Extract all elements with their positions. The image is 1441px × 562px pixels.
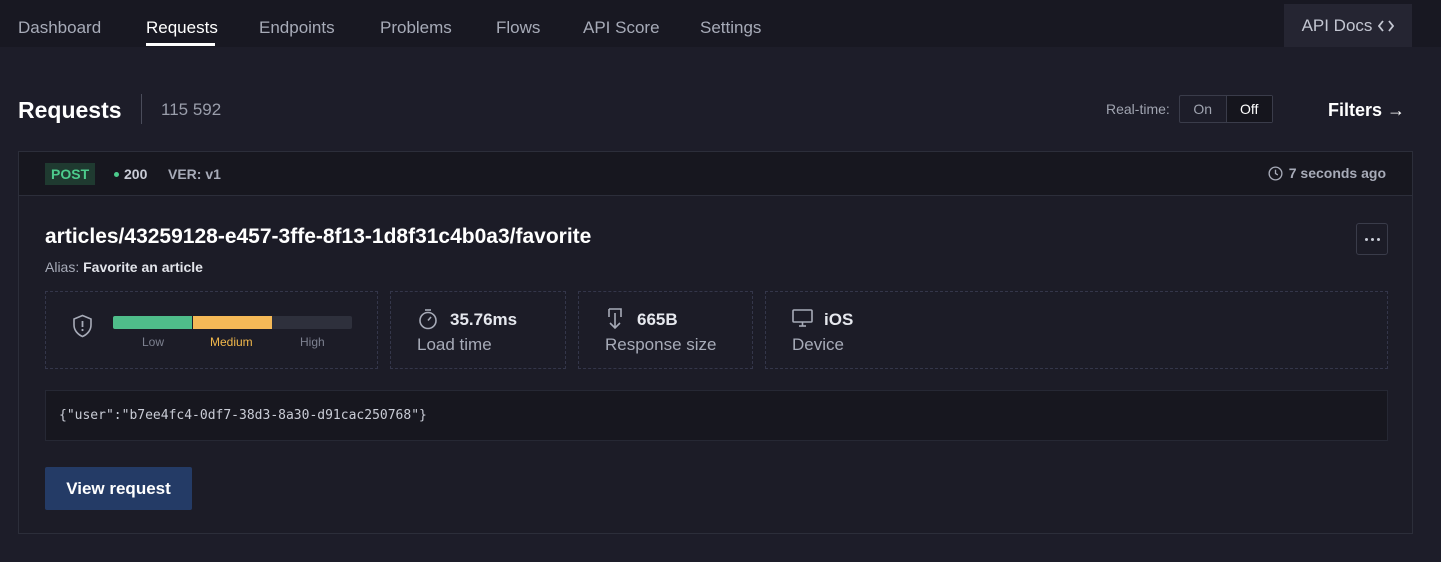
load-time-metric: 35.76ms Load time <box>390 291 566 369</box>
load-time-value: 35.76ms <box>450 310 518 329</box>
risk-label-medium: Medium <box>210 335 253 349</box>
code-icon <box>1378 19 1395 32</box>
risk-segment-medium <box>193 316 272 329</box>
realtime-off-button[interactable]: Off <box>1225 96 1272 122</box>
status-dot-icon <box>114 171 119 177</box>
download-icon <box>608 308 622 330</box>
monitor-icon <box>792 309 813 327</box>
response-size-caption: Response size <box>605 335 717 354</box>
request-payload: {"user":"b7ee4fc4-0df7-38d3-8a30-d91cac2… <box>45 390 1388 441</box>
nav-requests[interactable]: Requests <box>146 18 218 38</box>
method-badge: POST <box>45 163 96 185</box>
risk-segment-high <box>272 316 352 329</box>
realtime-label: Real-time: <box>1106 101 1170 117</box>
response-size-value: 665B <box>637 310 678 329</box>
filters-button[interactable]: Filters → <box>1328 100 1405 121</box>
alias-value: Favorite an article <box>83 259 203 275</box>
realtime-toggle: On Off <box>1179 95 1273 123</box>
api-version: VER: v1 <box>168 166 221 182</box>
stopwatch-icon <box>419 309 437 330</box>
active-tab-indicator <box>146 43 215 46</box>
risk-segment-low <box>113 316 192 329</box>
status-code: 200 <box>114 166 147 182</box>
time-ago: 7 seconds ago <box>1288 165 1386 181</box>
risk-level-bar <box>113 316 352 329</box>
endpoint-path: articles/43259128-e457-3ffe-8f13-1d8f31c… <box>45 225 592 248</box>
nav-endpoints[interactable]: Endpoints <box>259 18 335 38</box>
api-docs-button[interactable]: API Docs <box>1284 4 1412 47</box>
nav-flows[interactable]: Flows <box>496 18 540 38</box>
nav-dashboard[interactable]: Dashboard <box>18 18 101 38</box>
nav-settings[interactable]: Settings <box>700 18 761 38</box>
device-metric: iOS Device <box>765 291 1388 369</box>
request-count: 115 592 <box>161 100 222 119</box>
nav-problems[interactable]: Problems <box>380 18 452 38</box>
more-options-button[interactable] <box>1356 223 1388 255</box>
more-dots-icon <box>1364 237 1368 241</box>
device-value: iOS <box>824 310 854 329</box>
top-navigation: Dashboard Requests Endpoints Problems Fl… <box>0 0 1441 47</box>
risk-label-high: High <box>300 335 325 349</box>
status-code-value: 200 <box>124 166 148 182</box>
request-card: POST 200 VER: v1 7 seconds ago articles/… <box>18 151 1413 534</box>
title-divider <box>141 94 142 124</box>
request-card-header: POST 200 VER: v1 7 seconds ago <box>19 152 1412 196</box>
response-size-metric: 665B Response size <box>578 291 753 369</box>
request-timestamp: 7 seconds ago <box>1268 165 1386 181</box>
view-request-button[interactable]: View request <box>45 467 192 510</box>
api-docs-label: API Docs <box>1301 15 1373 35</box>
alias-label: Alias: <box>45 259 80 275</box>
risk-metric: Low Medium High <box>45 291 378 369</box>
device-caption: Device <box>792 335 844 354</box>
clock-icon <box>1268 165 1283 181</box>
shield-icon <box>73 314 92 338</box>
page-title: Requests <box>18 97 122 123</box>
nav-api-score[interactable]: API Score <box>583 18 660 38</box>
risk-label-low: Low <box>142 335 165 349</box>
load-time-caption: Load time <box>417 335 492 354</box>
endpoint-alias: Alias: Favorite an article <box>45 259 203 275</box>
realtime-on-button[interactable]: On <box>1180 96 1226 122</box>
